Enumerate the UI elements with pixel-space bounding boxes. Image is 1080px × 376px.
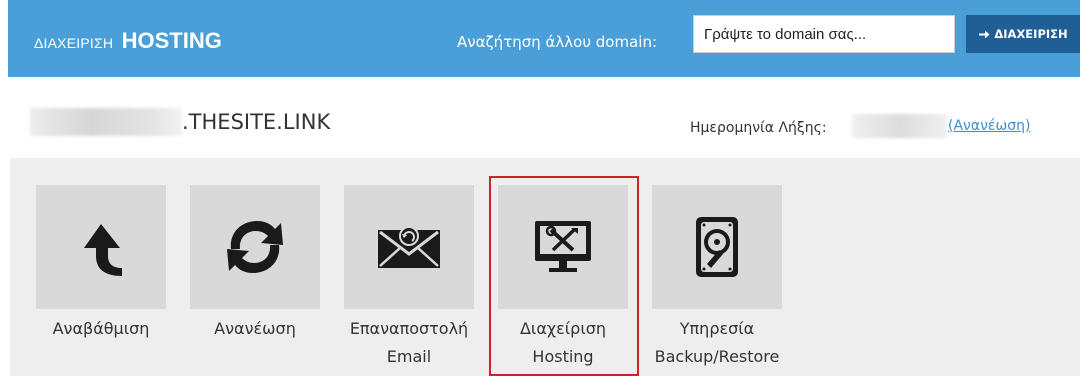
tile-resend-email-line1: Επαναποστολή [349, 319, 469, 338]
expiry-date-label: Ημερομηνία Λήξης: [690, 120, 827, 136]
tile-resend-email-box[interactable] [344, 185, 474, 309]
tile-manage-hosting-line1: Διαχείριση [519, 319, 607, 338]
tile-renew-label: Ανανέωση [214, 319, 296, 338]
tile-backup-restore-box[interactable] [652, 185, 782, 309]
tile-renew[interactable]: Ανανέωση [182, 185, 328, 343]
tile-backup-restore-line1: Υπηρεσία [679, 319, 755, 338]
hard-drive-icon [696, 217, 738, 277]
renew-link[interactable]: (Ανανέωση) [948, 118, 1030, 134]
tile-manage-hosting[interactable]: Διαχείριση Hosting [490, 185, 636, 371]
expiry-date-redacted [852, 114, 947, 138]
tile-resend-email-line2: Email [386, 347, 432, 366]
tile-manage-hosting-line2: Hosting [532, 347, 594, 366]
header-bar: ΔΙΑΧΕΙΡΙΣΗ HOSTING Αναζήτηση άλλου domai… [8, 0, 1080, 77]
tile-upgrade-label: Αναβάθμιση [52, 319, 150, 338]
page-title-small: ΔΙΑΧΕΙΡΙΣΗ [34, 35, 114, 51]
domain-search-input[interactable] [693, 15, 955, 53]
tile-backup-restore-line2: Backup/Restore [654, 347, 780, 366]
actions-panel: Αναβάθμιση Ανανέωση Επαναποστολή Email Δ… [10, 158, 1080, 376]
domain-suffix: .THESITE.LINK [182, 110, 331, 134]
manage-button-label: ΔΙΑΧΕΙΡΙΣΗ [994, 27, 1068, 41]
domain-info-row: .THESITE.LINK Ημερομηνία Λήξης: (Ανανέωσ… [0, 100, 1080, 150]
arrow-right-icon [979, 30, 990, 38]
resend-email-icon [378, 226, 440, 268]
tile-manage-hosting-label: Διαχείριση Hosting [490, 315, 636, 371]
tile-backup-restore[interactable]: Υπηρεσία Backup/Restore [644, 185, 790, 371]
tile-upgrade-box[interactable] [36, 185, 166, 309]
upgrade-arrow-icon [84, 224, 122, 276]
tile-resend-email[interactable]: Επαναποστολή Email [336, 185, 482, 371]
tile-backup-restore-label: Υπηρεσία Backup/Restore [644, 315, 790, 371]
refresh-icon [227, 221, 283, 273]
tile-resend-email-label: Επαναποστολή Email [336, 315, 482, 371]
manage-button[interactable]: ΔΙΑΧΕΙΡΙΣΗ [966, 15, 1080, 53]
tile-renew-box[interactable] [190, 185, 320, 309]
tile-manage-hosting-box[interactable] [498, 185, 628, 309]
tile-upgrade[interactable]: Αναβάθμιση [28, 185, 174, 343]
domain-name-redacted [30, 108, 182, 136]
page-title: ΔΙΑΧΕΙΡΙΣΗ HOSTING [34, 28, 222, 54]
search-label: Αναζήτηση άλλου domain: [457, 33, 658, 51]
hosting-tools-icon [535, 221, 591, 272]
page-title-big: HOSTING [121, 28, 222, 53]
